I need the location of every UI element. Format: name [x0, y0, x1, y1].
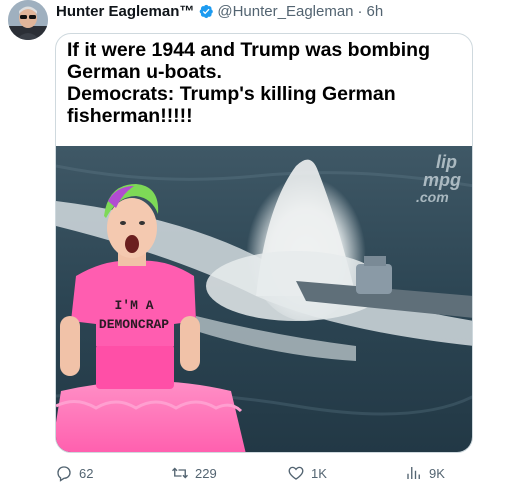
timestamp[interactable]: 6h: [367, 3, 384, 20]
reply-icon: [57, 466, 71, 482]
tweet-header: Hunter Eagleman™ @Hunter_Eagleman · 6h: [56, 2, 383, 20]
watermark-line: .com: [416, 189, 449, 205]
display-name[interactable]: Hunter Eagleman™: [56, 3, 194, 20]
separator-dot: ·: [357, 2, 363, 20]
caption-line: If it were 1944 and Trump was bombing: [67, 39, 430, 61]
caption-line: German u-boats.: [67, 61, 222, 83]
retweet-button[interactable]: 229: [171, 464, 217, 482]
user-handle[interactable]: @Hunter_Eagleman: [217, 3, 353, 20]
watermark-line: mpg: [423, 170, 461, 190]
tweet-media[interactable]: If it were 1944 and Trump was bombing Ge…: [55, 33, 473, 453]
shirt-text: DEMONCRAP: [99, 317, 169, 332]
verified-badge-icon: [197, 3, 214, 20]
meme-caption: If it were 1944 and Trump was bombing Ge…: [67, 39, 467, 127]
caption-line: Democrats: Trump's killing German: [67, 83, 396, 105]
avatar-photo: [8, 0, 48, 40]
shirt-text: I'M A: [114, 298, 153, 313]
avatar[interactable]: [8, 0, 48, 40]
retweet-icon: [172, 467, 188, 479]
reply-button[interactable]: 62: [55, 464, 93, 482]
views-count: 9K: [429, 465, 445, 481]
meme-photo: lip mpg .com I'M A DEMONCRAP: [56, 146, 472, 452]
tweet-actions: 62 229 1K 9K: [55, 464, 475, 484]
watermark-line: lip: [436, 152, 457, 172]
reply-count: 62: [79, 465, 94, 481]
views-icon: [407, 467, 420, 479]
like-button[interactable]: 1K: [287, 464, 327, 482]
like-count: 1K: [311, 465, 327, 481]
views-button[interactable]: 9K: [405, 464, 445, 482]
retweet-count: 229: [195, 465, 217, 481]
caption-line: fisherman!!!!!: [67, 105, 193, 127]
heart-icon: [288, 466, 304, 480]
